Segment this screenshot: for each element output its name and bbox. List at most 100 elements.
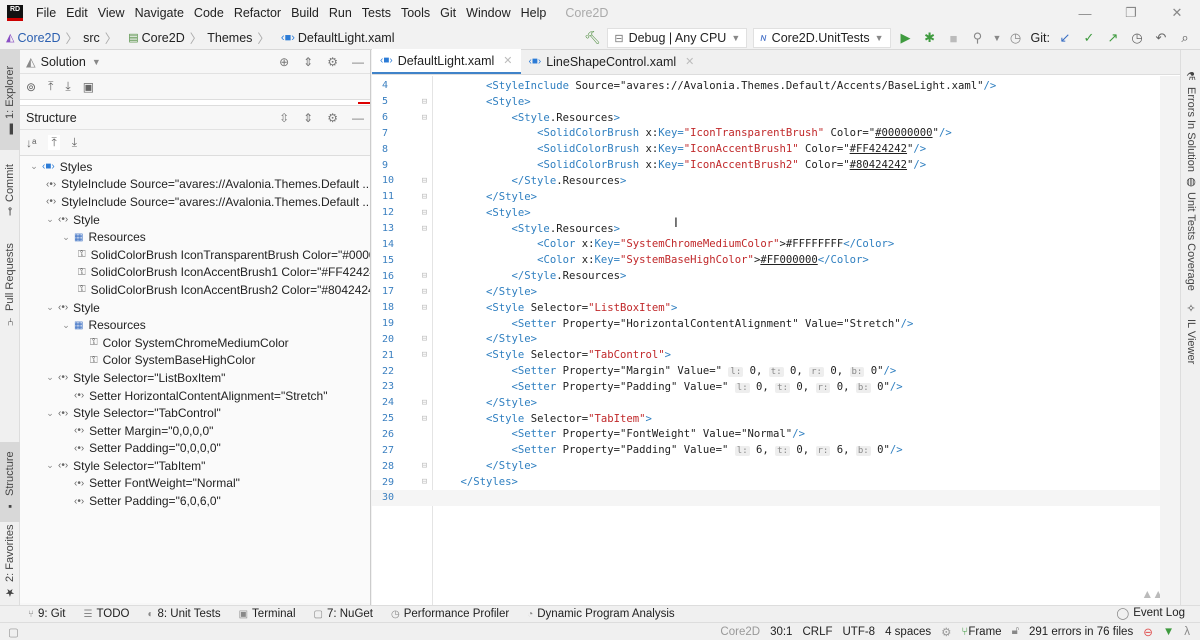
collapse-all-icon[interactable]: ⇕ [303, 55, 313, 69]
fold-marker-icon[interactable]: ⊟ [417, 287, 432, 297]
git-update-icon[interactable]: ↙ [1056, 30, 1074, 46]
git-commit-icon[interactable]: ✓ [1080, 30, 1098, 46]
tab-pull-requests[interactable]: ⑂ Pull Requests [0, 230, 20, 340]
fold-marker-icon[interactable]: ⊟ [417, 477, 432, 487]
menu-run[interactable]: Run [324, 6, 357, 20]
tree-item[interactable]: ⚿ Color SystemBaseHighColor [20, 352, 370, 370]
status-project[interactable]: Core2D [720, 626, 760, 638]
chevron-down-icon[interactable]: ▼ [92, 57, 101, 67]
solution-title[interactable]: Solution [41, 55, 86, 69]
close-tab-icon[interactable]: ✕ [503, 54, 512, 67]
tool-window-terminal[interactable]: ▣ Terminal [239, 608, 296, 620]
expand-down-icon[interactable]: ⤓ [65, 79, 70, 94]
locate-icon[interactable]: ⊕ [279, 55, 289, 69]
show-all-files-icon[interactable]: ⊚ [26, 80, 36, 94]
fold-marker-icon[interactable]: ⊟ [417, 192, 432, 202]
tool-window-git[interactable]: ⑂ 9: Git [28, 608, 65, 620]
tree-item[interactable]: ⚿ SolidColorBrush IconAccentBrush1 Color=… [20, 264, 370, 282]
collapse-all-icon[interactable]: ⇕ [303, 111, 313, 125]
tree-item[interactable]: ⌄ ‹■› Styles [20, 158, 370, 176]
fold-marker-icon[interactable]: ⊟ [417, 176, 432, 186]
editorconfig-icon[interactable]: ⚙ [941, 625, 951, 639]
status-errors[interactable]: 291 errors in 76 files [1029, 626, 1133, 638]
tree-item[interactable]: ⌄ ▦ Resources [20, 316, 370, 334]
tool-window-todo[interactable]: ☰ TODO [83, 608, 129, 620]
chevron-down-icon[interactable]: ▼ [993, 33, 1002, 43]
expand-all-icon[interactable]: ⇳ [279, 111, 289, 125]
fold-marker-icon[interactable]: ⊟ [417, 350, 432, 360]
tree-item[interactable]: ⚿ Color SystemChromeMediumColor [20, 334, 370, 352]
tree-item[interactable]: ⌄ ‹•› Style Selector="TabControl" [20, 404, 370, 422]
tool-window-nuget[interactable]: ▢ 7: NuGet [314, 608, 373, 620]
profile-icon[interactable]: ◷ [1007, 30, 1025, 46]
menu-tools[interactable]: Tools [396, 6, 435, 20]
fold-marker-icon[interactable]: ⊟ [417, 224, 432, 234]
tree-item[interactable]: ⌄ ‹•› Style Selector="TabItem" [20, 457, 370, 475]
tree-item[interactable]: ‹•› Setter HorizontalContentAlignment="St… [20, 387, 370, 405]
build-config-dropdown[interactable]: ⊟ Debug | Any CPU ▼ [607, 28, 748, 48]
menu-code[interactable]: Code [189, 6, 229, 20]
fold-marker-icon[interactable]: ⊟ [417, 97, 432, 107]
fold-marker-icon[interactable]: ⊟ [417, 461, 432, 471]
chevron-down-icon[interactable]: ⌄ [44, 302, 56, 313]
tree-item[interactable]: ⌄ ‹•› Style [20, 211, 370, 229]
breadcrumb-item[interactable]: Core2D [142, 31, 185, 45]
tree-item[interactable]: ‹•› Setter FontWeight="Normal" [20, 475, 370, 493]
menu-edit[interactable]: Edit [61, 6, 93, 20]
tree-item[interactable]: ⌄ ‹•› Style Selector="ListBoxItem" [20, 369, 370, 387]
rollback-icon[interactable]: ↶ [1152, 30, 1170, 46]
git-push-icon[interactable]: ↗ [1104, 30, 1122, 46]
tree-item[interactable]: ⌄ ‹•› Style [20, 299, 370, 317]
run-config-dropdown[interactable]: ɴ Core2D.UnitTests ▼ [753, 28, 891, 48]
tree-item[interactable]: ⚿ SolidColorBrush IconAccentBrush2 Color=… [20, 281, 370, 299]
menu-window[interactable]: Window [461, 6, 515, 20]
tree-item[interactable]: ‹•› StyleInclude Source="avares://Avaloni… [20, 193, 370, 211]
menu-git[interactable]: Git [435, 6, 461, 20]
tool-window-profiler[interactable]: ◷ Performance Profiler [391, 608, 509, 620]
close-button[interactable]: ✕ [1154, 0, 1200, 26]
tool-window-unit-tests[interactable]: ◐ 8: Unit Tests [147, 608, 220, 620]
menu-tests[interactable]: Tests [357, 6, 396, 20]
status-line-ending[interactable]: CRLF [802, 626, 832, 638]
editor-tab[interactable]: ‹■› LineShapeControl.xaml ✕ [521, 49, 703, 74]
editor-scrollbar[interactable] [1160, 76, 1180, 605]
menu-help[interactable]: Help [516, 6, 552, 20]
fold-marker-icon[interactable]: ⊟ [417, 303, 432, 313]
tree-item[interactable]: ‹•› Setter Margin="0,0,0,0" [20, 422, 370, 440]
tree-item[interactable]: ⌄ ▦ Resources [20, 228, 370, 246]
tab-explorer[interactable]: ▬ 1: Explorer [0, 50, 20, 150]
menu-file[interactable]: File [31, 6, 61, 20]
status-indent[interactable]: 4 spaces [885, 626, 931, 638]
debug-bug-icon[interactable]: ✱ [921, 30, 939, 46]
restore-button[interactable]: ❐ [1108, 0, 1154, 26]
gear-icon[interactable]: ⚙ [327, 111, 338, 125]
menu-refactor[interactable]: Refactor [229, 6, 286, 20]
tree-item[interactable]: ‹•› StyleInclude Source="avares://Avaloni… [20, 176, 370, 194]
fold-marker-icon[interactable]: ⊟ [417, 414, 432, 424]
stop-icon[interactable]: ■ [945, 31, 963, 46]
chevron-down-icon[interactable]: ⌄ [44, 460, 56, 471]
chevron-down-icon[interactable]: ⌄ [44, 372, 56, 383]
inspections-icon[interactable]: ▼ [1163, 626, 1174, 638]
fold-marker-icon[interactable]: ⊟ [417, 334, 432, 344]
fold-marker-icon[interactable]: ⊟ [417, 271, 432, 281]
status-encoding[interactable]: UTF-8 [842, 626, 875, 638]
error-circle-icon[interactable]: ⊖ [1143, 625, 1153, 639]
expand-down-icon[interactable]: ⤓ [72, 135, 77, 150]
search-icon[interactable]: ⌕ [1176, 30, 1194, 46]
expand-up-icon[interactable]: ⤒ [48, 135, 60, 150]
coverage-icon[interactable]: ⚲ [969, 30, 987, 46]
chevron-down-icon[interactable]: ⌄ [44, 214, 56, 225]
menu-view[interactable]: View [93, 6, 130, 20]
run-icon[interactable]: ▶ [897, 30, 915, 46]
tab-il-viewer[interactable]: ✧ IL Viewer [1181, 302, 1200, 372]
menu-build[interactable]: Build [286, 6, 324, 20]
lock-icon[interactable]: 🔓︎ [1012, 625, 1019, 638]
tab-commit[interactable]: ⊸ Commit [0, 150, 20, 230]
fold-marker-icon[interactable]: ⊟ [417, 208, 432, 218]
build-hammer-icon[interactable]: 🔨︎ [583, 30, 601, 46]
minimize-button[interactable]: — [1062, 0, 1108, 26]
sort-alpha-icon[interactable]: ↓ᵃ [26, 136, 36, 150]
menu-navigate[interactable]: Navigate [130, 6, 189, 20]
chevron-down-icon[interactable]: ⌄ [60, 232, 72, 243]
